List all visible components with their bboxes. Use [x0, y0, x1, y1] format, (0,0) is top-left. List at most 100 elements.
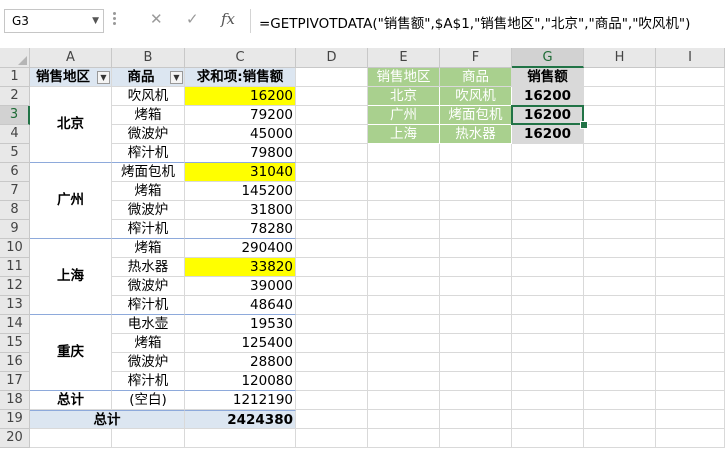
grid-cell[interactable]: [656, 296, 725, 315]
pivot-product-cell[interactable]: 烤面包机: [112, 163, 185, 182]
pivot-value-cell[interactable]: 28800: [185, 353, 296, 372]
grid-cell[interactable]: [584, 391, 656, 410]
grid-cell[interactable]: [656, 258, 725, 277]
pivot-value-cell[interactable]: 19530: [185, 315, 296, 334]
grid-cell[interactable]: [296, 106, 368, 125]
lookup-value-cell[interactable]: 16200: [512, 87, 584, 106]
grid-cell[interactable]: [584, 277, 656, 296]
grid-cell[interactable]: [584, 106, 656, 125]
grid-cell[interactable]: [512, 163, 584, 182]
pivot-value-cell[interactable]: 45000: [185, 125, 296, 144]
grid-cell[interactable]: [368, 353, 440, 372]
grid-cell[interactable]: [296, 220, 368, 239]
grid-cell[interactable]: [368, 429, 440, 448]
grid-cell[interactable]: [584, 220, 656, 239]
column-header-c[interactable]: C: [185, 48, 296, 68]
grid-cell[interactable]: [656, 87, 725, 106]
lookup-key-cell[interactable]: 吹风机: [440, 87, 512, 106]
row-header-7[interactable]: 7: [0, 182, 30, 201]
lookup-value-cell[interactable]: 16200: [512, 125, 584, 144]
grid-cell[interactable]: [512, 391, 584, 410]
pivot-value-cell[interactable]: 48640: [185, 296, 296, 315]
fill-handle[interactable]: [580, 121, 588, 129]
grid-cell[interactable]: [440, 372, 512, 391]
pivot-product-cell[interactable]: 吹风机: [112, 87, 185, 106]
grid-cell[interactable]: [368, 182, 440, 201]
grid-cell[interactable]: [440, 429, 512, 448]
column-header-a[interactable]: A: [30, 48, 112, 68]
row-header-1[interactable]: 1: [0, 68, 30, 87]
lookup-value-cell[interactable]: 16200: [512, 106, 584, 125]
grid-cell[interactable]: [656, 353, 725, 372]
pivot-product-cell[interactable]: 微波炉: [112, 353, 185, 372]
grid-cell[interactable]: [368, 296, 440, 315]
pivot-product-cell[interactable]: 电水壶: [112, 315, 185, 334]
row-header-5[interactable]: 5: [0, 144, 30, 163]
grid-cell[interactable]: [368, 410, 440, 429]
row-header-10[interactable]: 10: [0, 239, 30, 258]
grid-cell[interactable]: [656, 429, 725, 448]
grid-cell[interactable]: [440, 391, 512, 410]
row-header-19[interactable]: 19: [0, 410, 30, 429]
pivot-product-cell[interactable]: 热水器: [112, 258, 185, 277]
row-header-15[interactable]: 15: [0, 334, 30, 353]
pivot-value-cell[interactable]: 79200: [185, 106, 296, 125]
pivot-value-cell[interactable]: 39000: [185, 277, 296, 296]
pivot-value-cell[interactable]: 16200: [185, 87, 296, 106]
pivot-grand-total-value[interactable]: 2424380: [185, 410, 296, 429]
grid-cell[interactable]: [656, 125, 725, 144]
grid-cell[interactable]: [584, 334, 656, 353]
column-header-d[interactable]: D: [296, 48, 368, 68]
grid-cell[interactable]: [368, 334, 440, 353]
grid-cell[interactable]: [512, 410, 584, 429]
pivot-product-cell[interactable]: 烤箱: [112, 239, 185, 258]
grid-cell[interactable]: [584, 68, 656, 87]
grid-cell[interactable]: [656, 315, 725, 334]
grid-cell[interactable]: [584, 372, 656, 391]
row-header-12[interactable]: 12: [0, 277, 30, 296]
grid-cell[interactable]: [512, 315, 584, 334]
grid-cell[interactable]: [512, 296, 584, 315]
grid-cell[interactable]: [440, 334, 512, 353]
column-header-b[interactable]: B: [112, 48, 185, 68]
grid-cell[interactable]: [368, 144, 440, 163]
grid-cell[interactable]: [296, 296, 368, 315]
row-header-14[interactable]: 14: [0, 315, 30, 334]
lookup-key-cell[interactable]: 上海: [368, 125, 440, 144]
grid-cell[interactable]: [368, 239, 440, 258]
grid-cell[interactable]: [368, 258, 440, 277]
grid-cell[interactable]: [296, 163, 368, 182]
select-all-button[interactable]: [0, 48, 30, 68]
grid-cell[interactable]: [440, 239, 512, 258]
grid-cell[interactable]: [368, 372, 440, 391]
grid-cell[interactable]: [656, 372, 725, 391]
grid-cell[interactable]: [512, 334, 584, 353]
grid-cell[interactable]: [440, 258, 512, 277]
grid-cell[interactable]: [440, 315, 512, 334]
grid-cell[interactable]: [512, 201, 584, 220]
row-header-11[interactable]: 11: [0, 258, 30, 277]
pivot-value-cell[interactable]: 31800: [185, 201, 296, 220]
grid-cell[interactable]: [296, 87, 368, 106]
lookup-key-cell[interactable]: 北京: [368, 87, 440, 106]
grid-cell[interactable]: [656, 277, 725, 296]
formula-input[interactable]: =GETPIVOTDATA("销售额",$A$1,"销售地区","北京","商品…: [250, 9, 725, 33]
grid-cell[interactable]: [296, 429, 368, 448]
pivot-product-cell[interactable]: 榨汁机: [112, 372, 185, 391]
row-header-4[interactable]: 4: [0, 125, 30, 144]
grid-cell[interactable]: [512, 429, 584, 448]
column-header-e[interactable]: E: [368, 48, 440, 68]
spreadsheet-grid[interactable]: A B C D E F G H I 1 2 3 4 5 6 7 8 9 10 11 12 13 14 15 16 17 18 19 20…: [0, 48, 725, 449]
grid-cell[interactable]: [584, 296, 656, 315]
grid-cell[interactable]: [296, 201, 368, 220]
grid-cell[interactable]: [584, 163, 656, 182]
grid-cell[interactable]: [512, 239, 584, 258]
grid-cell[interactable]: [440, 163, 512, 182]
grid-cell[interactable]: [296, 391, 368, 410]
grid-cell[interactable]: [296, 315, 368, 334]
drag-handle-icon[interactable]: [113, 12, 116, 26]
pivot-product-cell[interactable]: 榨汁机: [112, 220, 185, 239]
grid-cell[interactable]: [512, 220, 584, 239]
column-header-g[interactable]: G: [512, 48, 584, 68]
enter-icon[interactable]: ✓: [186, 10, 199, 28]
